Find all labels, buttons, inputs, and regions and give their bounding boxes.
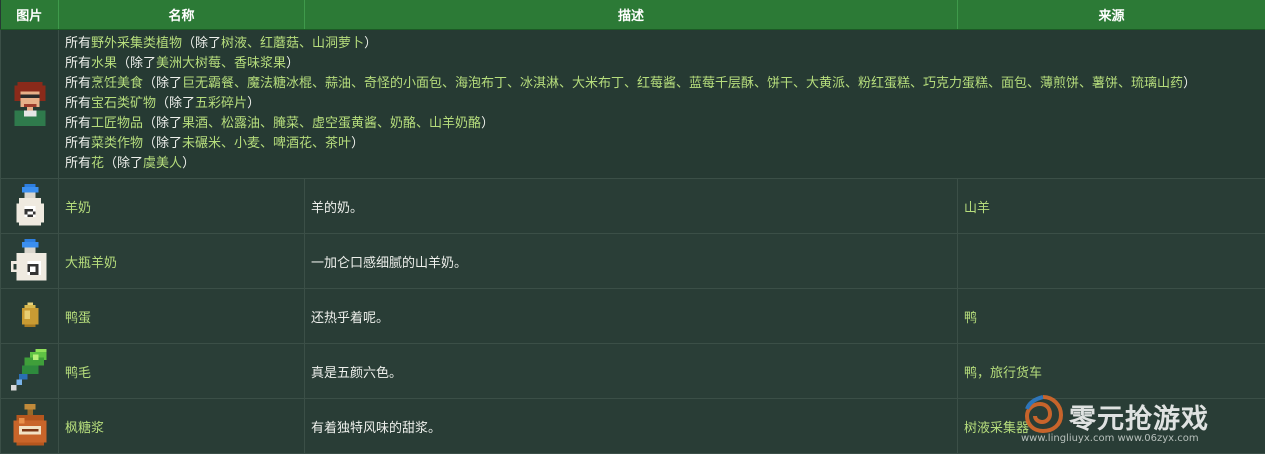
header-image: 图片	[1, 0, 59, 30]
item-image-cell	[1, 399, 59, 454]
large-goat-milk-icon[interactable]	[7, 239, 53, 283]
item-desc-cell: 真是五颜六色。	[305, 344, 958, 399]
exclusions-cell: 所有野外采集类植物（除了树液、红蘑菇、山洞萝卜） 所有水果（除了美洲大树莓、香味…	[59, 30, 1265, 179]
header-name[interactable]: 名称	[59, 0, 305, 30]
villager-portrait-cell	[1, 30, 59, 179]
exclusion-line-fruit: 所有水果（除了美洲大树莓、香味浆果）	[65, 54, 1259, 74]
item-image-cell	[1, 289, 59, 344]
gift-table: 图片 名称 描述 来源	[0, 0, 1265, 454]
item-name-link[interactable]: 大瓶羊奶	[65, 256, 117, 271]
excluded-items-artisan[interactable]: 果酒、松露油、腌菜、虚空蛋黄酱、奶酪、山羊奶酪	[182, 116, 481, 131]
excluded-items-forage[interactable]: 树液、红蘑菇、山洞萝卜	[221, 36, 364, 51]
item-name-cell: 羊奶	[59, 179, 305, 234]
item-desc-cell: 羊的奶。	[305, 179, 958, 234]
exclusion-line-gems: 所有宝石类矿物（除了五彩碎片）	[65, 94, 1259, 114]
item-name-link[interactable]: 鸭毛	[65, 366, 91, 381]
item-name-cell: 大瓶羊奶	[59, 234, 305, 289]
header-description[interactable]: 描述	[305, 0, 958, 30]
header-source[interactable]: 来源	[958, 0, 1265, 30]
table-row: 鸭毛 真是五颜六色。 鸭，旅行货车	[1, 344, 1265, 399]
duck-feather-icon[interactable]	[8, 348, 52, 394]
exclusion-line-vegetables: 所有菜类作物（除了未碾米、小麦、啤酒花、茶叶）	[65, 134, 1259, 154]
item-name-link[interactable]: 枫糖浆	[65, 421, 104, 436]
item-name-cell: 鸭蛋	[59, 289, 305, 344]
excluded-items-cooking[interactable]: 巨无霸餐、魔法糖冰棍、蒜油、奇怪的小面包、海泡布丁、冰淇淋、大米布丁、红莓酱、蓝…	[182, 76, 1183, 91]
item-source-cell	[958, 234, 1265, 289]
watermark-logo-icon	[1023, 395, 1063, 433]
table-row: 所有野外采集类植物（除了树液、红蘑菇、山洞萝卜） 所有水果（除了美洲大树莓、香味…	[1, 30, 1265, 179]
item-source-cell: 山羊	[958, 179, 1265, 234]
goat-milk-icon[interactable]	[13, 184, 47, 228]
category-link-artisan[interactable]: 工匠物品	[91, 116, 143, 131]
item-source-link[interactable]: 鸭	[964, 311, 977, 326]
category-link-cooking[interactable]: 烹饪美食	[91, 76, 143, 91]
item-image-cell	[1, 234, 59, 289]
category-link-fruit[interactable]: 水果	[91, 56, 117, 71]
item-source-link[interactable]: 鸭，旅行货车	[964, 366, 1042, 381]
excluded-items-flowers[interactable]: 虞美人	[143, 156, 182, 171]
watermark: 零元抢游戏 www.lingliuyx.com www.06zyx.com	[1021, 395, 1251, 447]
item-desc-cell: 一加仑口感细腻的山羊奶。	[305, 234, 958, 289]
excluded-items-vegetables[interactable]: 未碾米、小麦、啤酒花、茶叶	[182, 136, 351, 151]
item-source-cell: 鸭	[958, 289, 1265, 344]
maple-syrup-icon[interactable]	[10, 404, 50, 448]
exclusion-line-cooking: 所有烹饪美食（除了巨无霸餐、魔法糖冰棍、蒜油、奇怪的小面包、海泡布丁、冰淇淋、大…	[65, 74, 1259, 94]
item-name-link[interactable]: 鸭蛋	[65, 311, 91, 326]
duck-egg-icon[interactable]	[19, 301, 41, 331]
table-row: 大瓶羊奶 一加仑口感细腻的山羊奶。	[1, 234, 1265, 289]
item-source-link[interactable]: 山羊	[964, 201, 990, 216]
exclusion-line-forage: 所有野外采集类植物（除了树液、红蘑菇、山洞萝卜）	[65, 34, 1259, 54]
excluded-items-gems[interactable]: 五彩碎片	[195, 96, 247, 111]
exclusion-line-artisan: 所有工匠物品（除了果酒、松露油、腌菜、虚空蛋黄酱、奶酪、山羊奶酪）	[65, 114, 1259, 134]
villager-portrait-icon[interactable]	[5, 79, 55, 129]
item-image-cell	[1, 344, 59, 399]
item-name-cell: 枫糖浆	[59, 399, 305, 454]
item-desc-cell: 有着独特风味的甜浆。	[305, 399, 958, 454]
category-link-flowers[interactable]: 花	[91, 156, 104, 171]
table-row: 羊奶 羊的奶。 山羊	[1, 179, 1265, 234]
item-source-link[interactable]: 树液采集器	[964, 421, 1029, 436]
item-name-link[interactable]: 羊奶	[65, 201, 91, 216]
exclusion-line-flowers: 所有花（除了虞美人）	[65, 154, 1259, 174]
category-link-forage[interactable]: 野外采集类植物	[91, 36, 182, 51]
item-desc-cell: 还热乎着呢。	[305, 289, 958, 344]
item-image-cell	[1, 179, 59, 234]
watermark-title: 零元抢游戏	[1069, 397, 1209, 436]
category-link-gems[interactable]: 宝石类矿物	[91, 96, 156, 111]
table-row: 鸭蛋 还热乎着呢。 鸭	[1, 289, 1265, 344]
item-name-cell: 鸭毛	[59, 344, 305, 399]
category-link-vegetables[interactable]: 菜类作物	[91, 136, 143, 151]
excluded-items-fruit[interactable]: 美洲大树莓、香味浆果	[156, 56, 286, 71]
table-header-row: 图片 名称 描述 来源	[1, 0, 1265, 30]
watermark-url: www.lingliuyx.com www.06zyx.com	[1021, 433, 1251, 444]
item-source-cell: 鸭，旅行货车	[958, 344, 1265, 399]
